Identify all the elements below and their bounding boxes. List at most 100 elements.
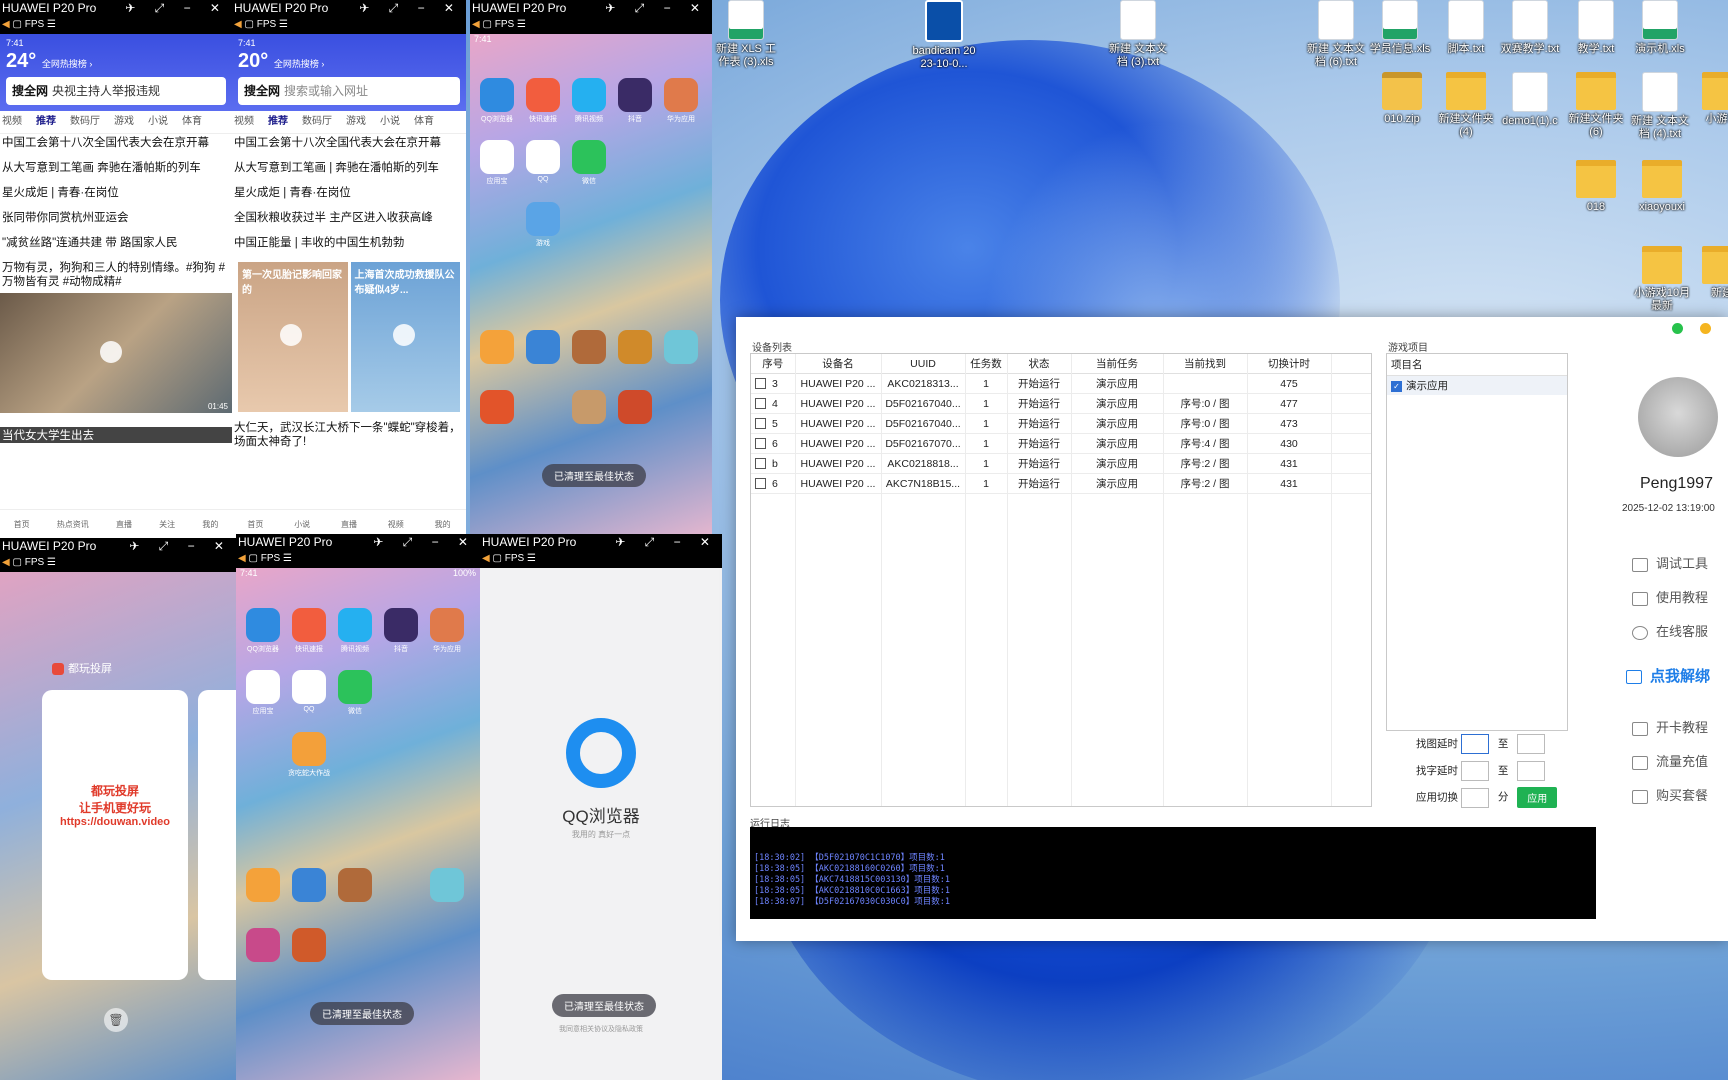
desktop-icon[interactable]: 新建文件夹 (4) [1434,72,1498,139]
desktop-icon[interactable]: xiaoyouxi [1630,160,1694,214]
desktop-icon[interactable]: 教学.txt [1564,0,1628,56]
news-item[interactable]: 当代女大学生出去 [0,427,232,443]
phone-window[interactable]: HUAWEI P20 Pro ✈ ⤢ − ✕ ◀ ▢ FPS ☰ 都玩投屏 都玩投… [0,538,236,1080]
avatar[interactable] [1638,377,1718,457]
text-delay-max-input[interactable] [1517,761,1546,781]
window-controls[interactable]: ✈ ⤢ − ✕ [125,0,228,16]
video-card[interactable]: 第一次见胎记影响回家的 [238,262,348,412]
phone-screen[interactable]: 7:41 100% QQ浏览器 快讯速报 腾讯视频 抖音 华为应用 应用宝 QQ … [236,568,480,1080]
game-app-icon[interactable] [664,330,698,364]
desktop-icon[interactable]: 小游戏 [1690,72,1728,126]
row-checkbox[interactable] [755,418,766,430]
col-current-task[interactable]: 当前任务 [1071,354,1164,374]
table-row[interactable]: 3 HUAWEI P20 ... AKC0218313... 1 开始运行 演示应用 475 [751,373,1371,394]
qq-app-icon[interactable] [526,140,560,174]
news-item[interactable]: 中国工会第十八次全国代表大会在京开幕 [232,134,466,150]
row-checkbox[interactable] [755,378,766,390]
window-controls[interactable]: ✈ ⤢ − ✕ [373,534,476,550]
phone-screen[interactable]: 7:41 24° 全网热搜榜 › 搜全网 央视主持人举报违规 视频 推荐 数码厅 游戏 小… [0,34,232,538]
window-titlebar[interactable]: HUAWEI P20 Pro ✈ ⤢ − ✕ [232,0,466,16]
nav-live[interactable]: 直播 [341,519,357,530]
col-switch-timer[interactable]: 切换计时 [1247,354,1332,374]
table-row[interactable]: 6 HUAWEI P20 ... AKC7N18B15... 1 开始运行 演示应用 序号:… [751,473,1371,494]
tab-video[interactable]: 视频 [2,116,22,127]
category-tabs[interactable]: 视频 推荐 数码厅 游戏 小说 体育 [232,111,466,134]
desktop-icon[interactable]: 双赛教学.txt [1498,0,1562,56]
category-tabs[interactable]: 视频 推荐 数码厅 游戏 小说 体育 [0,111,232,134]
news-item[interactable]: 星火成炬 | 青春·在岗位 [232,184,466,200]
window-titlebar[interactable]: HUAWEI P20 Pro ✈ ⤢ − ✕ [470,0,712,16]
game-app-icon[interactable] [572,330,606,364]
col-index[interactable]: 序号 [751,354,796,374]
app-switch-input[interactable] [1460,787,1489,808]
desktop-icon[interactable]: 新建文件夹 (6) [1564,72,1628,139]
col-device-name[interactable]: 设备名 [795,354,882,374]
news-item[interactable]: 大仁天，武汉长江大桥下一条"蝶蛇"穿梭着，场面太神奇了! [232,419,466,451]
play-icon[interactable] [280,324,302,346]
tab-recommend[interactable]: 推荐 [268,116,288,127]
phone-screen[interactable]: 7:41 QQ浏览器 快讯速报 腾讯视频 抖音 华为应用 应用宝 QQ 微信 游… [470,34,712,538]
tab-sports[interactable]: 体育 [414,116,434,127]
play-icon[interactable] [100,341,122,363]
phone-screen[interactable]: 7:41 20° 全网热搜榜 › 搜全网 搜索或输入网址 视频 推荐 数码厅 游戏 小说体… [232,34,466,538]
game-app-icon[interactable] [480,330,514,364]
nav-novel[interactable]: 小说 [294,519,310,530]
desktop-icon[interactable]: 018 [1564,160,1628,214]
nav-video[interactable]: 视频 [388,519,404,530]
phone-window[interactable]: HUAWEI P20 Pro ✈ ⤢ − ✕ ◀ ▢ FPS ☰ 7:41 20°… [232,0,466,538]
desktop-icon[interactable]: 新建 文本文档 (3).txt [1106,0,1170,69]
search-input[interactable]: 搜全网 央视主持人举报违规 [6,77,226,105]
tab-recommend[interactable]: 推荐 [36,116,56,127]
volume-icon[interactable]: ◀ [234,19,242,30]
desktop-icon[interactable]: 新建 [1690,246,1728,300]
nav-follow[interactable]: 关注 [159,519,175,530]
nav-hot[interactable]: 热点资讯 [57,519,89,530]
volume-icon[interactable]: ◀ [238,553,246,564]
find-delay-min-input[interactable] [1460,734,1489,754]
news-item[interactable]: 张同带你同赏杭州亚运会 [0,209,232,225]
table-row[interactable]: b HUAWEI P20 ... AKC0218818... 1 开始运行 演示应用 序号:… [751,453,1371,474]
video-thumbnail[interactable]: 01:45 [0,293,232,413]
desktop-icon[interactable]: 新建 文本文档 (4).txt [1628,72,1692,141]
video-card[interactable]: 上海首次成功救援队公布疑似4岁... [350,262,460,412]
table-row[interactable]: 5 HUAWEI P20 ... D5F02167040... 1 开始运行 演示应用 序号… [751,413,1371,434]
recents-screen[interactable]: 都玩投屏 都玩投屏 让手机更好玩 https://douwan.video 🗑 [0,572,236,1080]
play-icon[interactable] [392,324,415,346]
qq-browser-app-icon[interactable] [480,78,514,112]
volume-icon[interactable]: ◀ [2,19,10,30]
run-log[interactable]: [18:30:02] 【D5F021070C1C1070】项目数:1 [18:3… [750,827,1596,919]
desktop-icon[interactable]: 小游戏10月最新 [1630,246,1694,313]
wechat-app-icon[interactable] [572,140,606,174]
volume-icon[interactable]: ◀ [2,557,10,568]
tab-novel[interactable]: 小说 [148,116,168,127]
news-item[interactable]: 中国正能量 | 丰收的中国生机勃勃 [232,234,466,250]
news-item[interactable]: 全国秋粮收获过半 主产区进入收获高峰 [232,209,466,225]
desktop-icon[interactable]: 演示机.xls [1628,0,1692,56]
row-checkbox[interactable] [755,398,766,410]
window-titlebar[interactable]: HUAWEI P20 Pro ✈ ⤢ − ✕ [0,0,232,16]
nav-me[interactable]: 我的 [435,519,451,530]
wechat-app-icon[interactable] [338,670,372,704]
news-item[interactable]: 从大写意到工笔画 | 奔驰在潘帕斯的列车 [232,159,466,175]
tab-novel[interactable]: 小说 [380,116,400,127]
game-app-icon[interactable] [618,390,652,424]
tab-video[interactable]: 视频 [234,116,254,127]
game-app-icon[interactable] [246,868,280,902]
project-list[interactable]: 项目名 ✓ 演示应用 [1386,353,1568,731]
apply-button[interactable]: 应用 [1517,787,1558,808]
game-app-icon[interactable] [480,390,514,424]
phone-window[interactable]: HUAWEI P20 Pro ✈ ⤢ − ✕ ◀ ▢ FPS ☰ 7:41 QQ浏… [470,0,712,538]
phone-window[interactable]: HUAWEI P20 Pro ✈ ⤢ − ✕ ◀ ▢ FPS ☰ QQ浏览器 我用… [480,534,722,1080]
video-app-icon[interactable] [618,78,652,112]
news-item[interactable]: "减贫丝路"连通共建 带 路国家人民 [0,234,232,250]
game-app-icon[interactable] [526,330,560,364]
window-titlebar[interactable]: HUAWEI P20 Pro ✈ ⤢ − ✕ [480,534,722,550]
project-item[interactable]: ✓ 演示应用 [1387,376,1567,395]
game-app-icon[interactable] [526,202,560,236]
col-uuid[interactable]: UUID [881,354,966,374]
game-app-icon[interactable] [292,732,326,766]
nav-live[interactable]: 直播 [116,519,132,530]
desktop-icon[interactable]: demo1(1).c [1498,72,1562,128]
buy-plan-link[interactable]: 购买套餐 [1632,785,1708,804]
desktop-icon[interactable]: 脚本.txt [1434,0,1498,56]
